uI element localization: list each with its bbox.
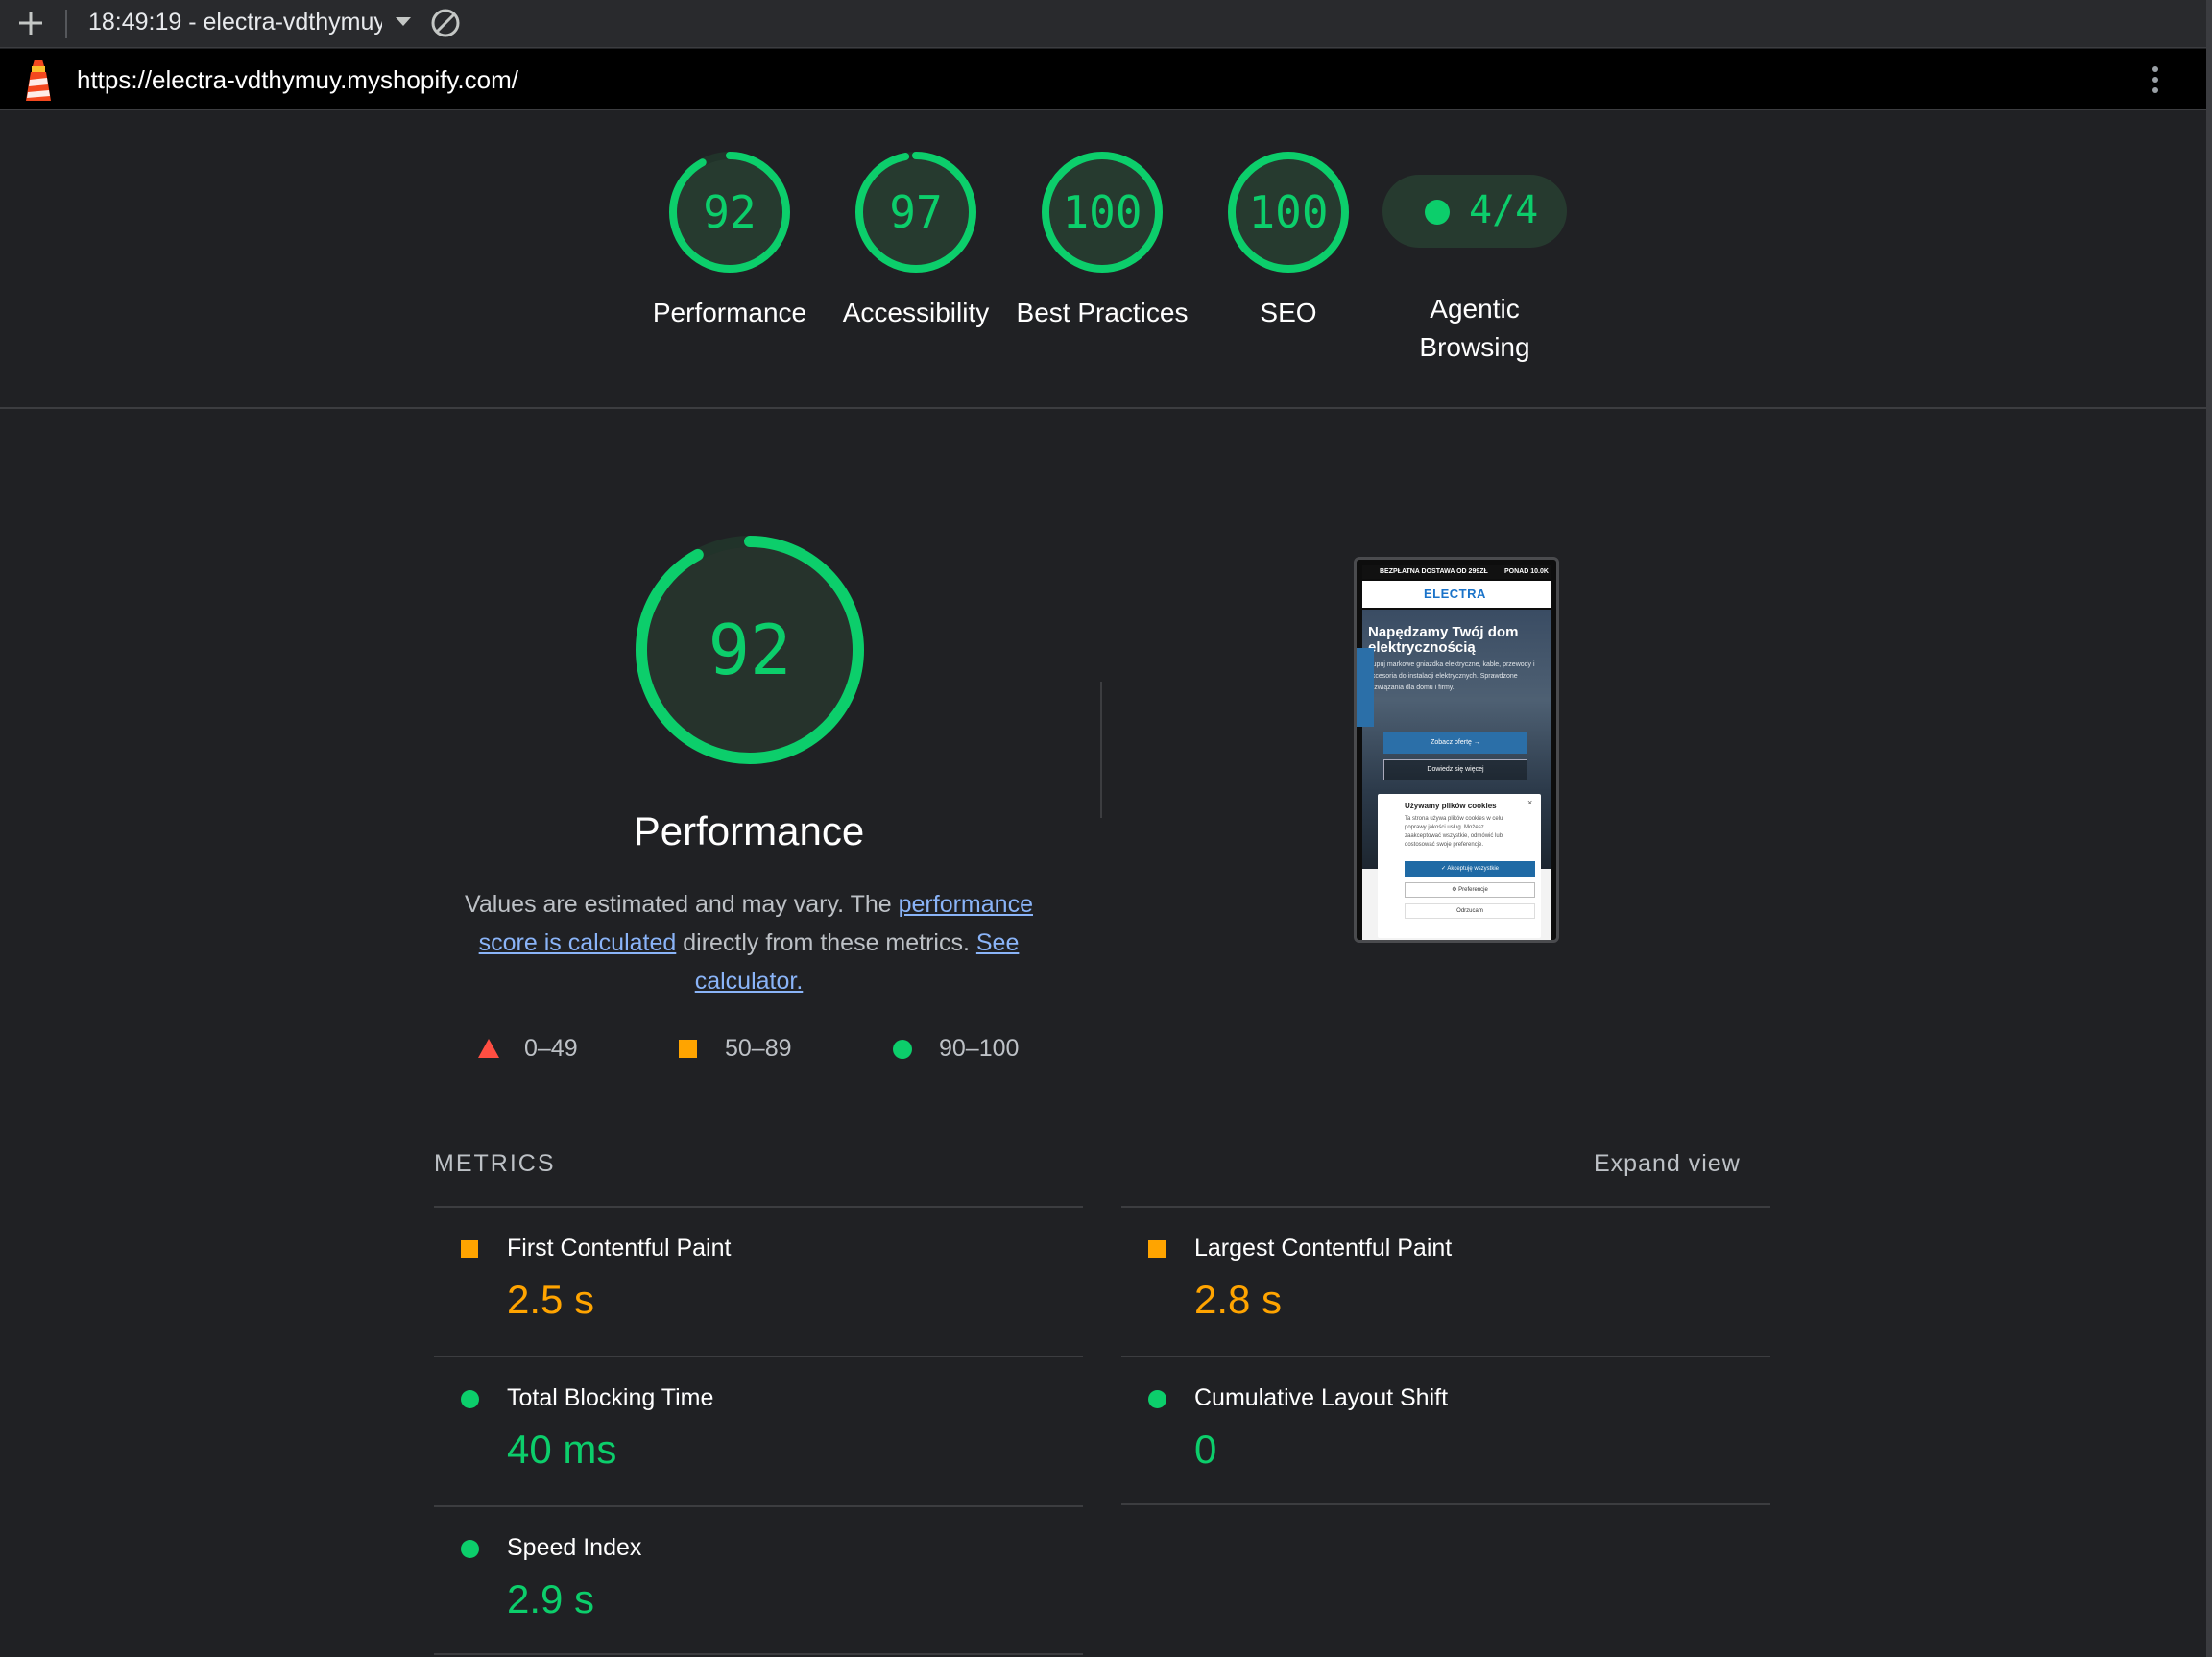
lighthouse-logo-icon: [26, 60, 51, 101]
circle-icon: [461, 1390, 479, 1408]
gauge-score: 100: [1062, 186, 1142, 238]
legend-good-label: 90–100: [939, 1035, 1020, 1062]
metric-name: First Contentful Paint: [507, 1235, 732, 1261]
report-select[interactable]: 18:49:19 - electra-vdthymuy.myshopify.co…: [88, 9, 382, 36]
gauge-accessibility[interactable]: 97 Accessibility: [823, 148, 1009, 332]
metric-largest-contentful-paint: Largest Contentful Paint 2.8 s: [1121, 1206, 1770, 1354]
cookie-prefs-button: ⚙ Preferencje: [1405, 882, 1535, 898]
gauge-performance[interactable]: 92 Performance: [637, 148, 823, 332]
legend-poor-label: 0–49: [524, 1035, 578, 1062]
report-url-bar: https://electra-vdthymuy.myshopify.com/: [0, 49, 2206, 110]
metric-value: 2.9 s: [507, 1576, 595, 1621]
legend-average-label: 50–89: [725, 1035, 792, 1062]
circle-icon: [461, 1540, 479, 1558]
metric-value: 0: [1194, 1427, 1217, 1472]
circle-icon: [893, 1040, 912, 1059]
more-options-icon[interactable]: [2151, 66, 2160, 95]
hero-offer-button: Zobacz ofertę →: [1383, 732, 1527, 754]
cookie-body: Ta strona używa plików cookies w celu po…: [1405, 816, 1503, 848]
metric-name: Total Blocking Time: [507, 1384, 714, 1411]
square-icon: [1148, 1240, 1166, 1258]
metric-name: Largest Contentful Paint: [1194, 1235, 1453, 1261]
metric-first-contentful-paint: First Contentful Paint 2.5 s: [434, 1206, 1083, 1354]
metric-speed-index: Speed Index 2.9 s: [434, 1505, 1083, 1653]
metric-value: 2.5 s: [507, 1277, 595, 1322]
gauge-label: Best Practices: [1016, 298, 1189, 327]
performance-gauge-large: 92: [636, 536, 864, 764]
screenshot-header: ELECTRA: [1362, 581, 1551, 608]
topbar-right-text: PONAD 10.0K: [1504, 568, 1549, 575]
gauge-seo[interactable]: 100 SEO: [1195, 148, 1382, 332]
final-screenshot[interactable]: BEZPŁATNA DOSTAWA OD 299ZŁ PONAD 10.0K E…: [1354, 557, 1559, 943]
gauge-label: Performance: [652, 298, 807, 327]
hero-text: Kupuj markowe gniazdka elektryczne, kabl…: [1368, 661, 1535, 691]
gauge-score: 100: [1248, 186, 1328, 238]
section-divider: [1100, 682, 1102, 818]
square-icon: [461, 1240, 478, 1258]
cookie-accept-button: ✓ Akceptuję wszystkie: [1405, 861, 1535, 877]
devtools-toolbar: 18:49:19 - electra-vdthymuy.myshopify.co…: [0, 0, 2212, 48]
circle-icon: [1148, 1390, 1166, 1408]
cookie-title: Używamy plików cookies: [1405, 802, 1497, 810]
cookie-reject-button: Odrzucam: [1405, 903, 1535, 919]
hero-more-button: Dowiedz się więcej: [1383, 759, 1527, 780]
pass-indicator-icon: [1425, 200, 1450, 225]
screenshot-side-tab: [1357, 648, 1374, 727]
hero-title: Napędzamy Twój dom elektrycznością: [1368, 624, 1519, 656]
performance-description: Values are estimated and may vary. The p…: [451, 885, 1046, 1000]
gauge-ring: 97: [855, 152, 976, 273]
desc-text: directly from these metrics.: [676, 929, 976, 956]
metric-value: 2.8 s: [1194, 1277, 1283, 1322]
gauge-ring: 92: [669, 152, 790, 273]
header-divider: [0, 407, 2206, 409]
chevron-down-icon[interactable]: [396, 17, 411, 26]
metric-cumulative-layout-shift: Cumulative Layout Shift 0: [1121, 1356, 1770, 1503]
cookie-dialog: Używamy plików cookies × Ta strona używa…: [1378, 794, 1541, 938]
performance-score-large: 92: [709, 610, 792, 690]
window-edge: [2206, 0, 2212, 1657]
gauge-score: 92: [703, 186, 756, 238]
screenshot-logo: ELECTRA: [1424, 587, 1486, 601]
square-icon: [679, 1040, 697, 1058]
triangle-icon: [478, 1039, 499, 1058]
gauge-best-practices[interactable]: 100 Best Practices: [1009, 148, 1195, 332]
metric-divider: [434, 1653, 1083, 1655]
metric-value: 40 ms: [507, 1427, 617, 1472]
gauge-ring: 100: [1228, 152, 1349, 273]
plus-icon[interactable]: [13, 6, 48, 40]
agentic-browsing-pill[interactable]: 4/4: [1382, 175, 1567, 248]
report-url[interactable]: https://electra-vdthymuy.myshopify.com/: [77, 65, 518, 95]
gauge-label: SEO: [1260, 298, 1317, 327]
gauge-ring: 100: [1042, 152, 1163, 273]
metric-name: Speed Index: [507, 1534, 642, 1561]
metric-name: Cumulative Layout Shift: [1194, 1384, 1449, 1411]
close-icon: ×: [1527, 798, 1533, 807]
toolbar-separator: [65, 10, 67, 38]
agentic-score: 4/4: [1469, 188, 1539, 232]
metric-divider: [1121, 1503, 1770, 1505]
expand-view-toggle[interactable]: Expand view: [1594, 1150, 1741, 1178]
performance-title: Performance: [633, 808, 865, 853]
topbar-left-text: BEZPŁATNA DOSTAWA OD 299ZŁ: [1380, 568, 1488, 575]
agentic-label[interactable]: Agentic Browsing: [1379, 290, 1571, 367]
metrics-heading: METRICS: [434, 1150, 556, 1177]
gauge-label: Accessibility: [842, 298, 990, 327]
clear-icon[interactable]: [430, 8, 461, 38]
screenshot-topbar: BEZPŁATNA DOSTAWA OD 299ZŁ PONAD 10.0K: [1362, 565, 1551, 579]
metric-total-blocking-time: Total Blocking Time 40 ms: [434, 1356, 1083, 1503]
desc-text: Values are estimated and may vary. The: [465, 891, 899, 918]
gauge-score: 97: [889, 186, 942, 238]
